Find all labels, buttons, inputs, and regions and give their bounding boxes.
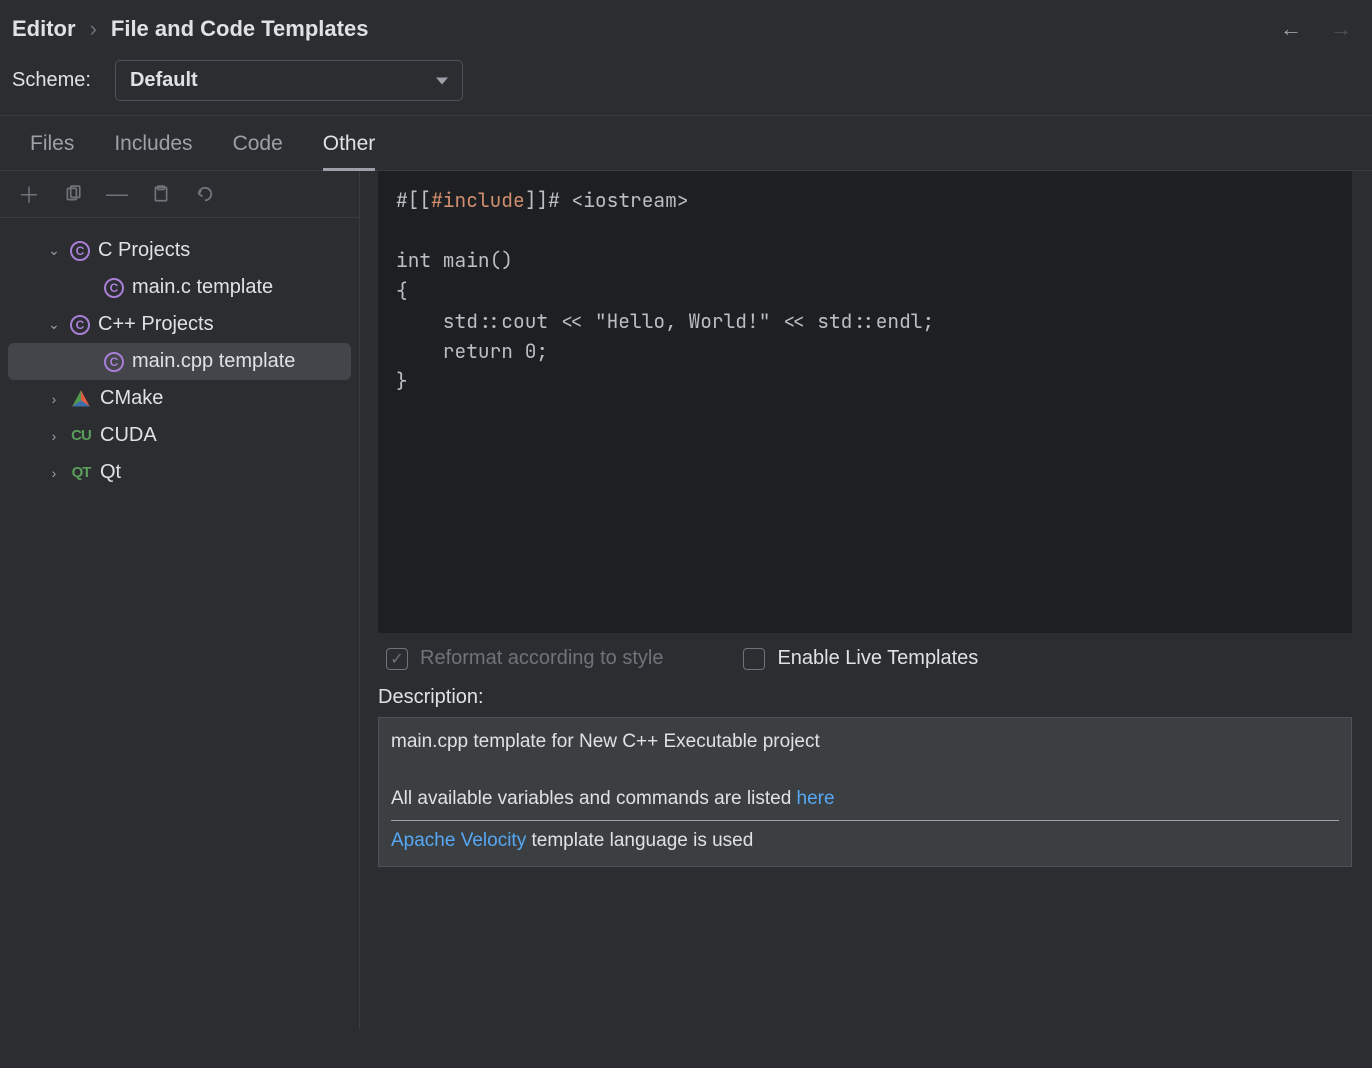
code-editor[interactable]: #[[#include]]# <iostream> int main() { s… bbox=[378, 171, 1352, 633]
tree-label: Qt bbox=[100, 461, 121, 484]
live-templates-checkbox[interactable]: Enable Live Templates bbox=[743, 647, 978, 670]
breadcrumb-separator: › bbox=[90, 16, 97, 42]
scheme-select[interactable]: Default bbox=[115, 60, 463, 101]
here-link[interactable]: here bbox=[797, 788, 835, 809]
tree-node-main-cpp[interactable]: C main.cpp template bbox=[8, 343, 351, 380]
description-line: Apache Velocity template language is use… bbox=[391, 827, 1339, 856]
tree-label: CMake bbox=[100, 387, 163, 410]
tab-other[interactable]: Other bbox=[323, 132, 376, 171]
remove-icon[interactable]: — bbox=[106, 183, 128, 205]
code-text: #[[ bbox=[396, 187, 431, 213]
breadcrumb-root[interactable]: Editor bbox=[12, 16, 76, 42]
description-label: Description: bbox=[378, 680, 1372, 717]
tree-node-cmake[interactable]: › CMake bbox=[8, 380, 351, 417]
undo-icon[interactable] bbox=[194, 183, 216, 205]
tree-node-cuda[interactable]: › CU CUDA bbox=[8, 417, 351, 454]
sidebar: ＋ — ⌄ C C Projects C main.c template bbox=[0, 171, 360, 1029]
editor-pane: #[[#include]]# <iostream> int main() { s… bbox=[360, 171, 1372, 1029]
description-text: template language is used bbox=[526, 830, 753, 851]
code-text: ]]# <iostream> bbox=[525, 187, 689, 213]
nav-arrows: ← → bbox=[1280, 16, 1352, 42]
tree-toolbar: ＋ — bbox=[0, 171, 359, 218]
tabs: Files Includes Code Other bbox=[0, 116, 1372, 171]
chevron-down-icon[interactable]: ⌄ bbox=[46, 242, 62, 259]
code-text: { bbox=[396, 278, 408, 304]
tab-code[interactable]: Code bbox=[233, 132, 283, 170]
code-text: int main() bbox=[396, 247, 513, 273]
tree-label: main.cpp template bbox=[132, 350, 295, 373]
tree-node-main-c[interactable]: C main.c template bbox=[8, 269, 351, 306]
checkbox-label: Reformat according to style bbox=[420, 647, 663, 670]
tree-label: main.c template bbox=[132, 276, 273, 299]
chevron-down-icon[interactable]: ⌄ bbox=[46, 316, 62, 333]
code-text: return 0; bbox=[396, 338, 548, 364]
checkbox-label: Enable Live Templates bbox=[777, 647, 978, 670]
divider bbox=[391, 820, 1339, 821]
template-tree: ⌄ C C Projects C main.c template ⌄ C C++… bbox=[0, 218, 359, 1029]
breadcrumb: Editor › File and Code Templates bbox=[12, 16, 368, 42]
qt-icon: QT bbox=[70, 462, 92, 484]
tab-files[interactable]: Files bbox=[30, 132, 74, 170]
c-icon: C bbox=[104, 278, 124, 298]
tree-label: CUDA bbox=[100, 424, 157, 447]
description-line: main.cpp template for New C++ Executable… bbox=[391, 728, 1339, 757]
c-icon: C bbox=[70, 315, 90, 335]
tree-node-cpp-projects[interactable]: ⌄ C C++ Projects bbox=[8, 306, 351, 343]
tree-node-qt[interactable]: › QT Qt bbox=[8, 454, 351, 491]
description-text: All available variables and commands are… bbox=[391, 788, 797, 809]
copy-clipboard-icon[interactable] bbox=[150, 183, 172, 205]
chevron-right-icon[interactable]: › bbox=[46, 465, 62, 481]
checkbox-row: Reformat according to style Enable Live … bbox=[378, 633, 1372, 680]
chevron-right-icon[interactable]: › bbox=[46, 428, 62, 444]
description-line: All available variables and commands are… bbox=[391, 785, 1339, 814]
cmake-icon bbox=[70, 388, 92, 410]
scheme-label: Scheme: bbox=[12, 69, 91, 92]
content: ＋ — ⌄ C C Projects C main.c template bbox=[0, 171, 1372, 1029]
add-icon[interactable]: ＋ bbox=[18, 183, 40, 205]
copy-icon[interactable] bbox=[62, 183, 84, 205]
code-text: std::cout << "Hello, World!" << std::end… bbox=[396, 308, 934, 334]
apache-velocity-link[interactable]: Apache Velocity bbox=[391, 830, 526, 851]
description-box: main.cpp template for New C++ Executable… bbox=[378, 717, 1352, 867]
header: Editor › File and Code Templates ← → bbox=[0, 0, 1372, 52]
code-text: } bbox=[396, 368, 408, 394]
breadcrumb-current: File and Code Templates bbox=[111, 16, 369, 42]
checkbox-icon bbox=[743, 648, 765, 670]
code-keyword: #include bbox=[431, 187, 525, 213]
tree-label: C Projects bbox=[98, 239, 190, 262]
chevron-right-icon[interactable]: › bbox=[46, 391, 62, 407]
reformat-checkbox: Reformat according to style bbox=[386, 647, 663, 670]
tree-node-c-projects[interactable]: ⌄ C C Projects bbox=[8, 232, 351, 269]
tab-includes[interactable]: Includes bbox=[114, 132, 192, 170]
forward-arrow-icon: → bbox=[1330, 16, 1352, 42]
back-arrow-icon[interactable]: ← bbox=[1280, 16, 1302, 42]
c-icon: C bbox=[70, 241, 90, 261]
cuda-icon: CU bbox=[70, 425, 92, 447]
scheme-row: Scheme: Default bbox=[0, 52, 1372, 116]
checkbox-icon bbox=[386, 648, 408, 670]
tree-label: C++ Projects bbox=[98, 313, 214, 336]
scheme-value: Default bbox=[130, 69, 198, 91]
c-icon: C bbox=[104, 352, 124, 372]
